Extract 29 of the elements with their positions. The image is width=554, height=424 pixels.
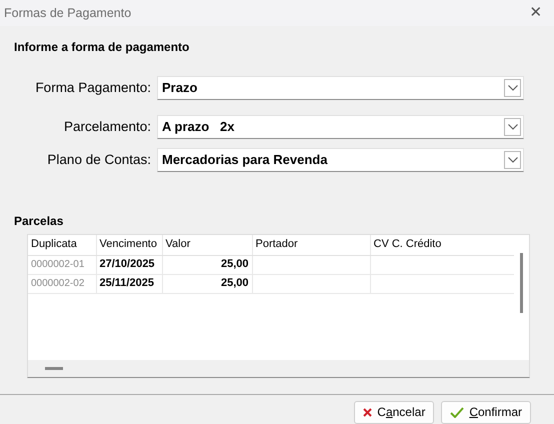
field-label: Parcelamento: — [62, 118, 152, 136]
section-heading: Informe a forma de pagamento — [14, 40, 190, 55]
table-cell: 25/11/2025 — [96, 274, 162, 293]
column-header[interactable]: Vencimento — [96, 235, 162, 255]
chevron-down-icon — [508, 157, 518, 163]
section-heading: Parcelas — [14, 214, 64, 229]
table-cell: 0000002-02 — [28, 274, 96, 293]
dropdown-field[interactable]: Mercadorias para Revenda — [157, 148, 524, 172]
column-header[interactable]: Portador — [252, 235, 370, 255]
chevron-down-icon — [508, 124, 518, 130]
column-header[interactable]: Duplicata — [28, 235, 96, 255]
checkmark-icon — [450, 407, 464, 418]
close-button[interactable]: ✕ — [518, 0, 554, 26]
dropdown-field[interactable]: Prazo — [157, 76, 524, 100]
field-label: Forma Pagamento: — [34, 80, 152, 96]
field-label: Plano de Contas: — [46, 152, 152, 168]
table-cell: 25,00 — [162, 274, 252, 293]
close-icon — [363, 408, 372, 417]
table-cell: 25,00 — [162, 255, 252, 274]
window-title: Formas de Pagamento — [4, 6, 132, 20]
cancel-button[interactable]: Cancelar — [354, 401, 434, 424]
table-cell: 27/10/2025 — [96, 255, 162, 274]
table-cell: 0000002-01 — [28, 255, 96, 274]
confirm-button[interactable]: Confirmar — [441, 401, 531, 424]
dropdown-field[interactable]: A prazo 2x — [157, 115, 524, 139]
chevron-down-icon — [508, 85, 518, 91]
scrollbar-thumb[interactable] — [45, 367, 63, 370]
scrollbar-thumb[interactable] — [520, 253, 523, 313]
column-header[interactable]: Valor — [162, 235, 252, 255]
